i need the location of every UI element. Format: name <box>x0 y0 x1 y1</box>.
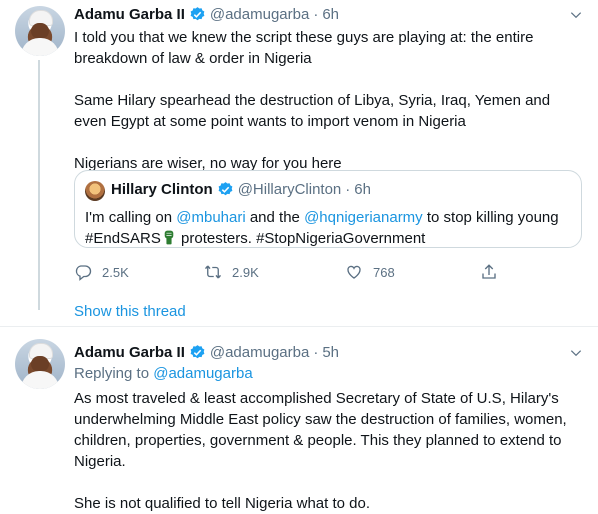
mention-link[interactable]: @hqnigerianarmy <box>304 209 423 226</box>
separator-dot: · <box>345 181 351 198</box>
verified-badge-icon <box>190 6 205 20</box>
chevron-down-icon[interactable] <box>569 8 583 22</box>
share-icon <box>482 264 496 279</box>
author-name[interactable]: Adamu Garba II <box>74 6 185 23</box>
quoted-author-handle: @HillaryClinton <box>237 181 342 198</box>
separator-dot: · <box>313 5 319 23</box>
reply-icon <box>75 265 92 281</box>
author-handle[interactable]: @adamugarba <box>210 6 309 23</box>
mention-link[interactable]: @mbuhari <box>176 209 245 226</box>
quoted-text-part: and the <box>245 209 305 226</box>
like-icon <box>347 265 361 279</box>
raised-fist-emoji <box>164 230 174 245</box>
tweet-header: Adamu Garba II @adamugarba · 5h <box>74 342 339 362</box>
retweet-icon <box>204 265 222 279</box>
tweet-text: I told you that we knew the script these… <box>74 27 574 174</box>
author-name[interactable]: Adamu Garba II <box>74 344 185 361</box>
verified-badge-icon <box>218 182 233 196</box>
tweet-text: As most traveled & least accomplished Se… <box>74 388 574 514</box>
retweet-button[interactable]: 2.9K <box>204 263 259 281</box>
quoted-tweet[interactable]: Hillary Clinton @HillaryClinton · 6h I'm… <box>74 170 582 248</box>
reply-count: 2.5K <box>102 264 129 280</box>
share-button[interactable] <box>480 263 508 281</box>
chevron-down-icon[interactable] <box>569 346 583 360</box>
hashtag: #EndSARS <box>85 230 161 247</box>
quoted-text-part: to stop killing young <box>422 209 559 226</box>
tweet-header: Adamu Garba II @adamugarba · 6h <box>74 4 339 24</box>
thread-line <box>38 60 40 310</box>
quoted-text-part: I'm calling on <box>85 209 177 226</box>
verified-badge-icon <box>190 344 205 358</box>
like-count: 768 <box>373 264 395 280</box>
tweet-actions: 2.5K 2.9K 768 <box>74 263 534 283</box>
quoted-avatar <box>85 181 105 201</box>
quoted-author-name: Hillary Clinton <box>111 181 213 198</box>
show-thread-link[interactable]: Show this thread <box>74 303 186 320</box>
quoted-header: Hillary Clinton @HillaryClinton · 6h <box>111 181 371 198</box>
tweet-paragraph: I told you that we knew the script these… <box>74 29 534 67</box>
quoted-text-part: protesters. #StopNigeriaGovernment <box>176 230 426 247</box>
tweet-paragraph: Same Hilary spearhead the destruction of… <box>74 92 551 130</box>
mention-link[interactable]: @adamugarba <box>153 365 252 382</box>
like-button[interactable]: 768 <box>345 263 395 281</box>
retweet-count: 2.9K <box>232 264 259 280</box>
tweet-time[interactable]: 5h <box>322 344 339 361</box>
quoted-text: I'm calling on @mbuhari and the @hqniger… <box>85 207 575 249</box>
author-handle[interactable]: @adamugarba <box>210 344 309 361</box>
tweet[interactable]: Adamu Garba II @adamugarba · 6h I told y… <box>0 0 598 326</box>
quoted-time: 6h <box>354 181 371 198</box>
replying-prefix: Replying to <box>74 365 154 382</box>
reply-button[interactable]: 2.5K <box>74 263 129 281</box>
avatar[interactable] <box>15 339 65 389</box>
tweet-paragraph: She is not qualified to tell Nigeria wha… <box>74 495 371 512</box>
separator-dot: · <box>313 343 319 361</box>
tweet-time[interactable]: 6h <box>322 6 339 23</box>
tweet-paragraph: As most traveled & least accomplished Se… <box>74 390 567 470</box>
replying-to: Replying to @adamugarba <box>74 365 253 382</box>
avatar[interactable] <box>15 6 65 56</box>
